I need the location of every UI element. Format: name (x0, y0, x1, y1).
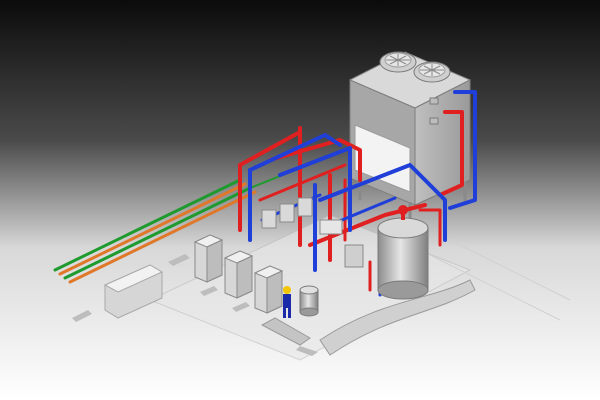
plant-render (0, 0, 600, 400)
small-tank (299, 285, 319, 317)
fan-icon (413, 61, 451, 83)
plant-scene (0, 0, 600, 400)
cabinet (193, 234, 224, 283)
cabinet (223, 250, 254, 299)
cabinet (253, 265, 284, 314)
fan-icon (379, 51, 417, 73)
